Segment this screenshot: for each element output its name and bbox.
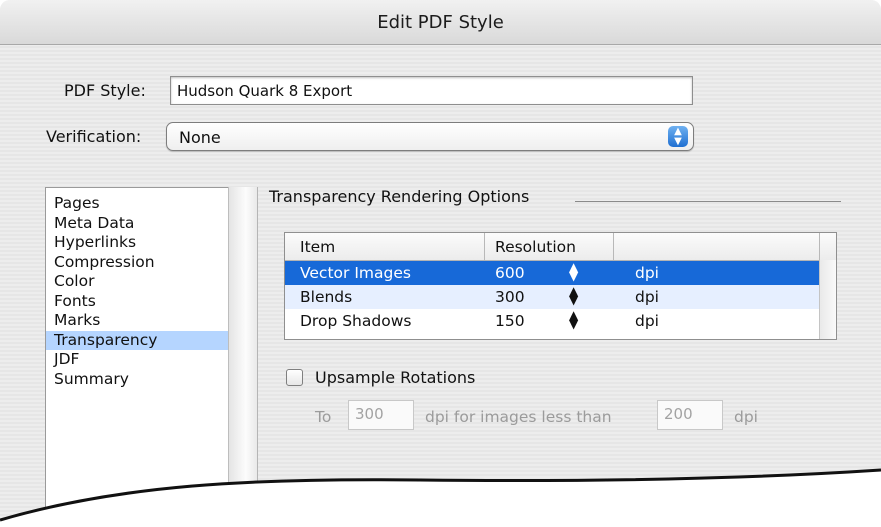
pdf-style-label: PDF Style:	[64, 81, 146, 100]
stepper-icon[interactable]: ▲ ▼	[569, 309, 578, 330]
sidebar-item-meta-data[interactable]: Meta Data	[46, 214, 228, 234]
row-item: Blends	[300, 288, 353, 306]
upsample-rotations-checkbox[interactable]	[286, 369, 303, 386]
table-row[interactable]: Blends 300 ▲ ▼ dpi	[285, 285, 820, 309]
sidebar-item-fonts[interactable]: Fonts	[46, 292, 228, 312]
sidebar-item-jdf[interactable]: JDF	[46, 350, 228, 370]
row-unit: dpi	[635, 288, 659, 306]
row-unit: dpi	[635, 312, 659, 330]
pdf-style-input[interactable]	[170, 76, 693, 105]
edit-pdf-style-dialog: Edit PDF Style PDF Style: Verification: …	[0, 0, 881, 527]
row-item: Vector Images	[300, 264, 411, 282]
upsample-rotations-label[interactable]: Upsample Rotations	[315, 368, 475, 387]
sidebar-item-transparency[interactable]: Transparency	[46, 330, 228, 350]
section-title: Transparency Rendering Options	[269, 187, 530, 206]
dpi-for-images-label: dpi for images less than	[425, 408, 612, 426]
row-resolution[interactable]: 150	[495, 312, 525, 330]
window-title: Edit PDF Style	[377, 11, 504, 33]
row-unit: dpi	[635, 264, 659, 282]
table-row[interactable]: Vector Images 600 ▲ ▼ dpi	[285, 261, 820, 285]
table-header: Item Resolution	[285, 233, 836, 261]
table-scrollbar[interactable]	[819, 260, 836, 339]
sidebar-item-compression[interactable]: Compression	[46, 253, 228, 273]
page-curl-decoration	[0, 468, 881, 527]
column-header-resolution[interactable]: Resolution	[495, 238, 576, 256]
section-divider	[575, 201, 841, 202]
stepper-icon[interactable]: ▲ ▼	[569, 285, 578, 306]
stepper-icon[interactable]: ▲ ▼	[569, 261, 578, 282]
dpi-end-label: dpi	[734, 408, 758, 426]
sidebar-item-pages[interactable]: Pages	[46, 194, 228, 214]
up-down-arrows-icon: ▲ ▼	[668, 126, 688, 147]
row-resolution[interactable]: 600	[495, 264, 525, 282]
sidebar-item-color[interactable]: Color	[46, 272, 228, 292]
row-resolution[interactable]: 300	[495, 288, 525, 306]
sidebar-item-hyperlinks[interactable]: Hyperlinks	[46, 233, 228, 253]
column-divider	[613, 233, 614, 260]
column-header-item[interactable]: Item	[300, 238, 335, 256]
verification-popup[interactable]: None ▲ ▼	[166, 122, 694, 151]
row-item: Drop Shadows	[300, 312, 412, 330]
column-divider	[819, 233, 820, 260]
upsample-less-than-dpi-field[interactable]: 200	[657, 400, 723, 430]
window-titlebar: Edit PDF Style	[0, 0, 881, 45]
sidebar-item-marks[interactable]: Marks	[46, 311, 228, 331]
to-label: To	[315, 408, 332, 426]
verification-value: None	[179, 128, 221, 147]
transparency-table: Item Resolution Vector Images 600 ▲ ▼ dpi…	[284, 232, 837, 340]
verification-label: Verification:	[46, 127, 142, 146]
table-row[interactable]: Drop Shadows 150 ▲ ▼ dpi	[285, 309, 820, 333]
column-divider	[484, 233, 485, 260]
sidebar-item-summary[interactable]: Summary	[46, 370, 228, 390]
upsample-to-dpi-field[interactable]: 300	[348, 400, 414, 430]
